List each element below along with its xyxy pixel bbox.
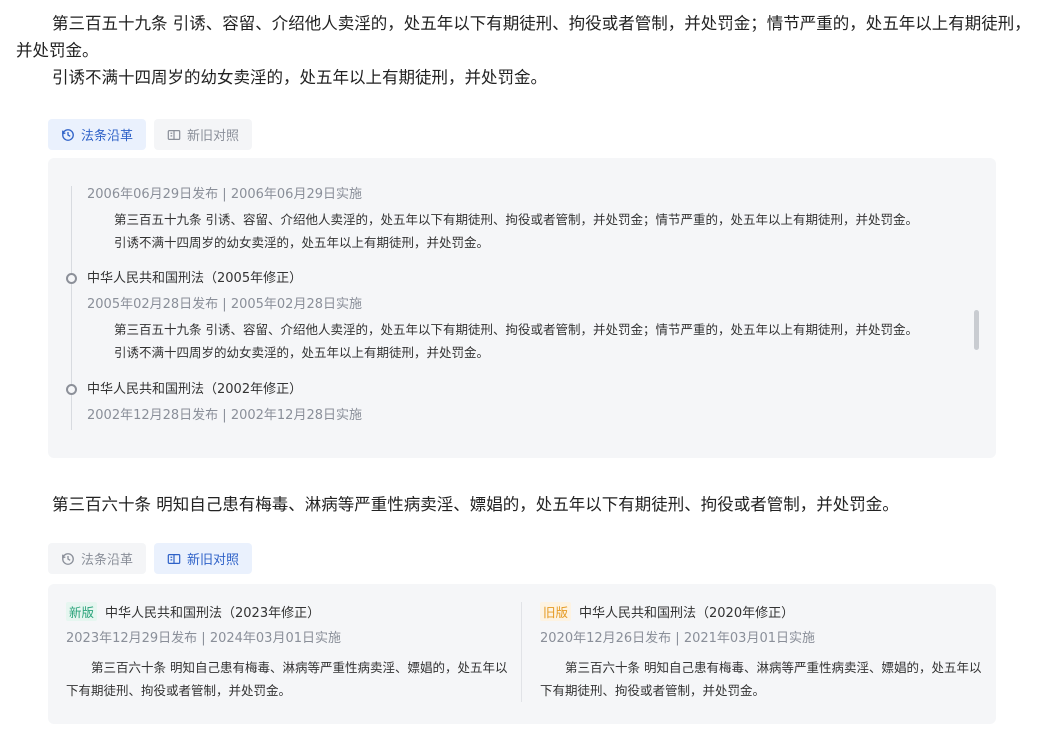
tab-history[interactable]: 法条沿革	[48, 119, 147, 150]
timeline-entry: 2006年06月29日发布 | 2006年06月29日实施 第三百五十九条 引诱…	[87, 184, 967, 254]
tab-compare-label: 新旧对照	[187, 553, 240, 568]
tab-compare-label: 新旧对照	[187, 129, 240, 144]
article-359: 第三百五十九条 引诱、容留、介绍他人卖淫的，处五年以下有期徒刑、拘役或者管制，并…	[16, 10, 1036, 91]
timeline-title[interactable]: 中华人民共和国刑法（2002年修正）	[87, 379, 967, 401]
scrollbar-thumb[interactable]	[974, 310, 979, 350]
new-version-badge: 新版	[66, 601, 98, 621]
timeline-date: 2005年02月28日发布 | 2005年02月28日实施	[87, 297, 362, 312]
timeline-dot	[66, 273, 77, 284]
timeline-text: 第三百五十九条 引诱、容留、介绍他人卖淫的，处五年以下有期徒刑、拘役或者管制，并…	[114, 212, 918, 227]
tab-history[interactable]: 法条沿革	[48, 543, 147, 574]
old-version-badge: 旧版	[540, 601, 572, 621]
compare-icon	[167, 553, 181, 564]
article-359-para2: 引诱不满十四周岁的幼女卖淫的，处五年以上有期徒刑，并处罚金。	[52, 68, 547, 87]
compare-old-header: 旧版 中华人民共和国刑法（2020年修正）	[540, 600, 970, 622]
timeline-date: 2002年12月28日发布 | 2002年12月28日实施	[87, 408, 362, 423]
timeline-title[interactable]: 中华人民共和国刑法（2005年修正）	[87, 268, 967, 290]
tab-history-label: 法条沿革	[81, 129, 134, 144]
history-icon	[62, 552, 74, 565]
timeline-entry: 中华人民共和国刑法（2002年修正） 2002年12月28日发布 | 2002年…	[87, 379, 967, 427]
compare-old-date: 2020年12月26日发布 | 2021年03月01日实施	[540, 631, 815, 646]
tab-compare[interactable]: 新旧对照	[154, 119, 253, 150]
history-icon	[62, 128, 74, 141]
timeline-date: 2006年06月29日发布 | 2006年06月29日实施	[87, 187, 362, 202]
compare-new-text: 第三百六十条 明知自己患有梅毒、淋病等严重性病卖淫、嫖娼的，处五年以下有期徒刑、…	[66, 660, 508, 698]
tab-compare[interactable]: 新旧对照	[154, 543, 253, 574]
compare-panel: 新版 中华人民共和国刑法（2023年修正） 2023年12月29日发布 | 20…	[48, 584, 996, 724]
timeline-text: 第三百五十九条 引诱、容留、介绍他人卖淫的，处五年以下有期徒刑、拘役或者管制，并…	[114, 322, 918, 337]
tab-history-label: 法条沿革	[81, 553, 134, 568]
compare-new-title[interactable]: 中华人民共和国刑法（2023年修正）	[105, 602, 320, 621]
timeline-entry: 中华人民共和国刑法（2005年修正） 2005年02月28日发布 | 2005年…	[87, 268, 967, 364]
compare-old-title[interactable]: 中华人民共和国刑法（2020年修正）	[579, 602, 794, 621]
history-panel[interactable]: 2006年06月29日发布 | 2006年06月29日实施 第三百五十九条 引诱…	[48, 158, 996, 458]
compare-new-column: 新版 中华人民共和国刑法（2023年修正） 2023年12月29日发布 | 20…	[66, 600, 507, 702]
article-360-tabs: 法条沿革 新旧对照	[48, 543, 253, 574]
compare-new-date: 2023年12月29日发布 | 2024年03月01日实施	[66, 631, 341, 646]
compare-old-text: 第三百六十条 明知自己患有梅毒、淋病等严重性病卖淫、嫖娼的，处五年以下有期徒刑、…	[540, 660, 982, 698]
compare-divider	[521, 602, 522, 702]
article-359-tabs: 法条沿革 新旧对照	[48, 119, 253, 150]
timeline-text: 引诱不满十四周岁的幼女卖淫的，处五年以上有期徒刑，并处罚金。	[114, 235, 490, 250]
article-359-para1: 第三百五十九条 引诱、容留、介绍他人卖淫的，处五年以下有期徒刑、拘役或者管制，并…	[16, 14, 1031, 60]
compare-icon	[167, 129, 181, 140]
compare-old-column: 旧版 中华人民共和国刑法（2020年修正） 2020年12月26日发布 | 20…	[540, 600, 981, 702]
compare-new-header: 新版 中华人民共和国刑法（2023年修正）	[66, 600, 496, 622]
article-360: 第三百六十条 明知自己患有梅毒、淋病等严重性病卖淫、嫖娼的，处五年以下有期徒刑、…	[52, 495, 899, 514]
timeline-dot	[66, 384, 77, 395]
timeline-text: 引诱不满十四周岁的幼女卖淫的，处五年以上有期徒刑，并处罚金。	[114, 345, 490, 360]
